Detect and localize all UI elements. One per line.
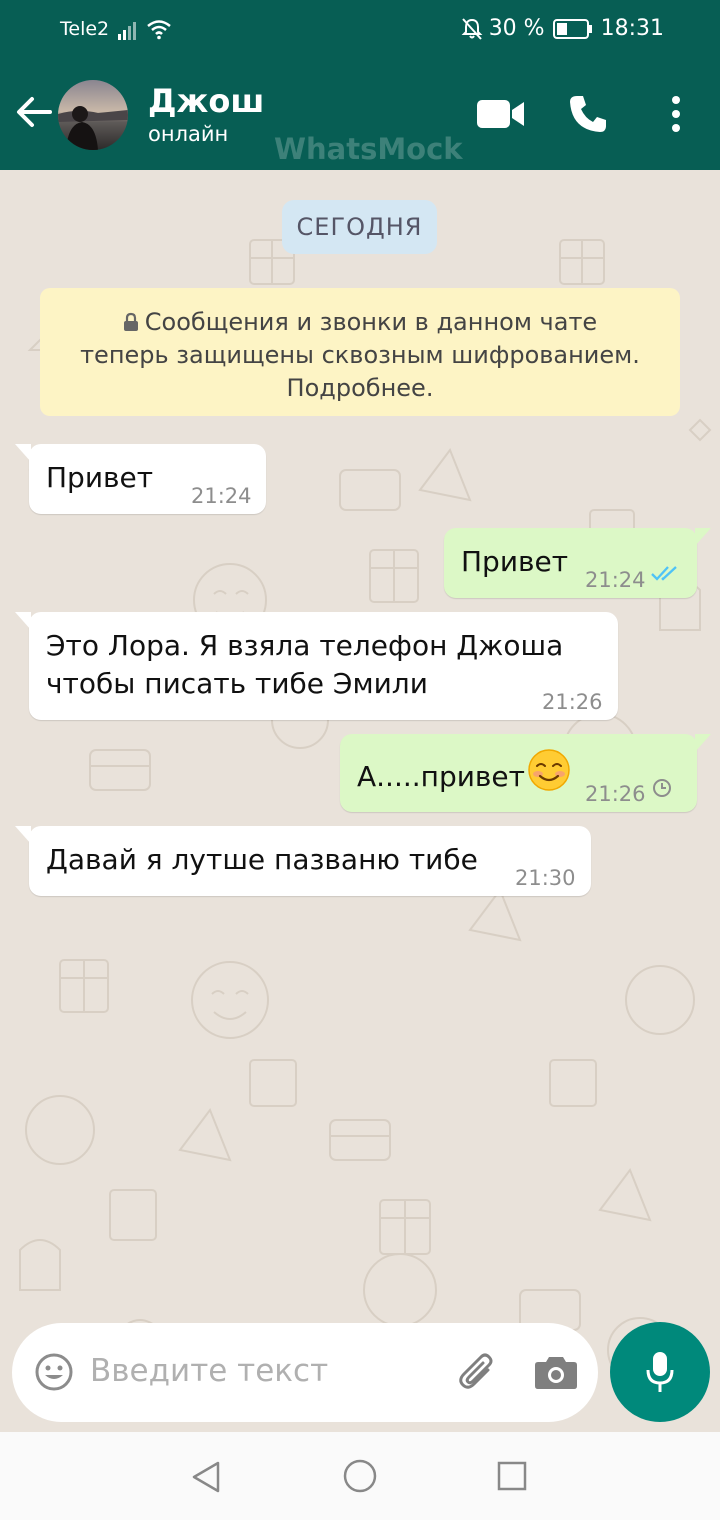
message-bubble-outgoing[interactable]: Привет 21:24 — [444, 528, 711, 598]
message-text: Давай я лутше пазваню тибе — [46, 843, 478, 876]
voice-record-button[interactable] — [610, 1322, 710, 1422]
encryption-notice[interactable]: Сообщения и звонки в данном чате теперь … — [40, 288, 680, 416]
bubble-tail — [15, 612, 31, 630]
message-bubble-incoming[interactable]: Привет 21:24 — [15, 444, 266, 514]
message-time: 21:24 — [191, 484, 252, 508]
message-input-bar[interactable]: Введите текст — [12, 1323, 598, 1422]
signal-icon — [118, 22, 136, 40]
nav-home-icon[interactable] — [343, 1459, 377, 1493]
message-time: 21:24 — [585, 568, 646, 592]
status-bar: Tele2 30 % 18:31 — [0, 0, 720, 60]
message-time: 21:26 — [542, 690, 603, 714]
clock: 18:31 — [600, 16, 664, 41]
message-input[interactable]: Введите текст — [90, 1353, 328, 1389]
battery-percent: 30 % — [488, 16, 545, 41]
lock-icon — [123, 312, 138, 331]
nav-recents-icon[interactable] — [497, 1461, 527, 1491]
microphone-icon — [646, 1352, 674, 1392]
camera-icon[interactable] — [534, 1354, 578, 1390]
back-arrow-icon[interactable] — [16, 96, 52, 128]
message-text-line2: чтобы писать тибе Эмили — [46, 667, 428, 700]
message-text: Привет — [46, 461, 154, 494]
bubble-tail — [15, 444, 31, 462]
phone-call-icon[interactable] — [568, 94, 608, 134]
contact-name[interactable]: Джош — [148, 82, 264, 120]
date-chip: СЕГОДНЯ — [282, 200, 437, 254]
message-time: 21:26 — [585, 782, 646, 806]
more-options-icon[interactable] — [666, 96, 686, 132]
nav-back-icon[interactable] — [190, 1460, 222, 1494]
read-receipt-icon — [651, 566, 677, 581]
smiling-face-emoji-icon — [528, 749, 570, 791]
encryption-notice-line2: теперь защищены сквозным шифрованием. — [80, 341, 640, 369]
chat-area[interactable]: СЕГОДНЯ Сообщения и звонки в данном чате… — [0, 170, 720, 1432]
message-bubble-incoming[interactable]: Это Лора. Я взяла телефон Джоша чтобы пи… — [15, 612, 618, 720]
video-call-icon[interactable] — [476, 98, 526, 130]
message-text: А.....привет — [357, 760, 525, 793]
avatar[interactable] — [58, 80, 128, 150]
attach-paperclip-icon[interactable] — [456, 1350, 500, 1394]
carrier-label: Tele2 — [60, 18, 110, 40]
message-text: Привет — [461, 545, 569, 578]
message-text-wrap: А.....привет — [357, 748, 571, 797]
bubble-tail — [15, 826, 31, 844]
bubble-tail — [695, 734, 711, 752]
wifi-icon — [147, 20, 171, 40]
system-navigation-bar — [0, 1432, 720, 1520]
message-bubble-incoming[interactable]: Давай я лутше пазваню тибе 21:30 — [15, 826, 591, 896]
encryption-notice-line3[interactable]: Подробнее. — [40, 372, 680, 405]
watermark: WhatsMock — [274, 132, 463, 166]
message-time: 21:30 — [515, 866, 576, 890]
message-bubble-outgoing[interactable]: А.....привет 21:26 — [340, 734, 711, 812]
pending-clock-icon — [653, 779, 671, 797]
battery-icon — [552, 18, 592, 39]
chat-header: Джош онлайн WhatsMock — [0, 60, 720, 170]
message-text-line1: Это Лора. Я взяла телефон Джоша — [46, 629, 564, 662]
bubble-tail — [695, 528, 711, 546]
emoji-picker-icon[interactable] — [34, 1352, 74, 1392]
contact-status: онлайн — [148, 122, 229, 146]
encryption-notice-line1: Сообщения и звонки в данном чате — [144, 308, 598, 336]
bell-off-icon — [461, 17, 483, 40]
avatar-photo — [58, 80, 128, 150]
